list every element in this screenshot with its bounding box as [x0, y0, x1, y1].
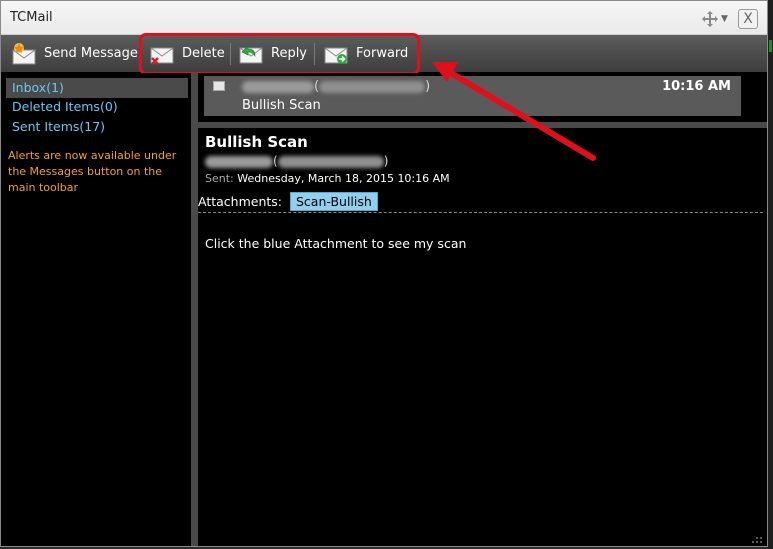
- close-icon: X: [743, 11, 753, 27]
- send-message-label: Send Message: [44, 46, 138, 61]
- attachments-label: Attachments:: [198, 194, 283, 209]
- sent-label: Sent:: [205, 172, 234, 185]
- annotation-highlight-box: [139, 33, 420, 75]
- send-message-icon: [12, 42, 36, 64]
- vertical-splitter[interactable]: [191, 73, 198, 546]
- message-preview: Bullish Scan () Sent: Wednesday, March 1…: [198, 128, 767, 546]
- window-title: TCMail: [10, 10, 53, 25]
- background-edge: [768, 0, 773, 549]
- pin-icon[interactable]: ▼: [721, 14, 728, 24]
- preview-divider: [198, 212, 763, 213]
- redacted-email: [277, 155, 384, 168]
- attachments-line: Attachments: Scan-Bullish: [198, 192, 378, 211]
- send-message-button[interactable]: Send Message: [11, 35, 138, 72]
- preview-sender: (): [205, 154, 388, 168]
- sent-value: Wednesday, March 18, 2015 10:16 AM: [237, 172, 450, 185]
- envelope-icon: [213, 81, 225, 91]
- message-row[interactable]: () 10:16 AM Bullish Scan: [204, 76, 741, 116]
- sender-paren-close: ): [383, 154, 389, 168]
- background-marker: [769, 40, 772, 52]
- sidebar-item-sent[interactable]: Sent Items(17): [6, 117, 188, 137]
- sender-paren-open: (: [273, 154, 278, 168]
- sender-paren-close: ): [425, 79, 431, 94]
- preview-sent-line: Sent: Wednesday, March 18, 2015 10:16 AM: [205, 172, 450, 185]
- preview-subject: Bullish Scan: [205, 133, 308, 151]
- title-bar[interactable]: TCMail ▼ X: [1, 1, 767, 35]
- message-time: 10:16 AM: [662, 79, 731, 94]
- sidebar-item-deleted[interactable]: Deleted Items(0): [6, 97, 188, 117]
- sidebar-item-inbox[interactable]: Inbox(1): [6, 78, 188, 98]
- redacted-name: [205, 155, 273, 168]
- attachment-link[interactable]: Scan-Bullish: [290, 192, 378, 211]
- tcmail-window: TCMail ▼ X Send Message Delete Reply For…: [0, 0, 768, 547]
- close-button[interactable]: X: [738, 9, 758, 29]
- folder-sidebar: Inbox(1) Deleted Items(0) Sent Items(17)…: [1, 73, 191, 546]
- message-subject: Bullish Scan: [242, 98, 321, 113]
- redacted-email: [319, 80, 426, 93]
- redacted-name: [242, 80, 314, 93]
- resize-grip-icon[interactable]: [750, 536, 764, 544]
- message-list: () 10:16 AM Bullish Scan: [198, 73, 767, 122]
- alerts-notice: Alerts are now available under the Messa…: [8, 149, 177, 194]
- move-icon[interactable]: [701, 10, 719, 28]
- message-sender: (): [242, 79, 430, 94]
- message-body: Click the blue Attachment to see my scan: [205, 236, 467, 251]
